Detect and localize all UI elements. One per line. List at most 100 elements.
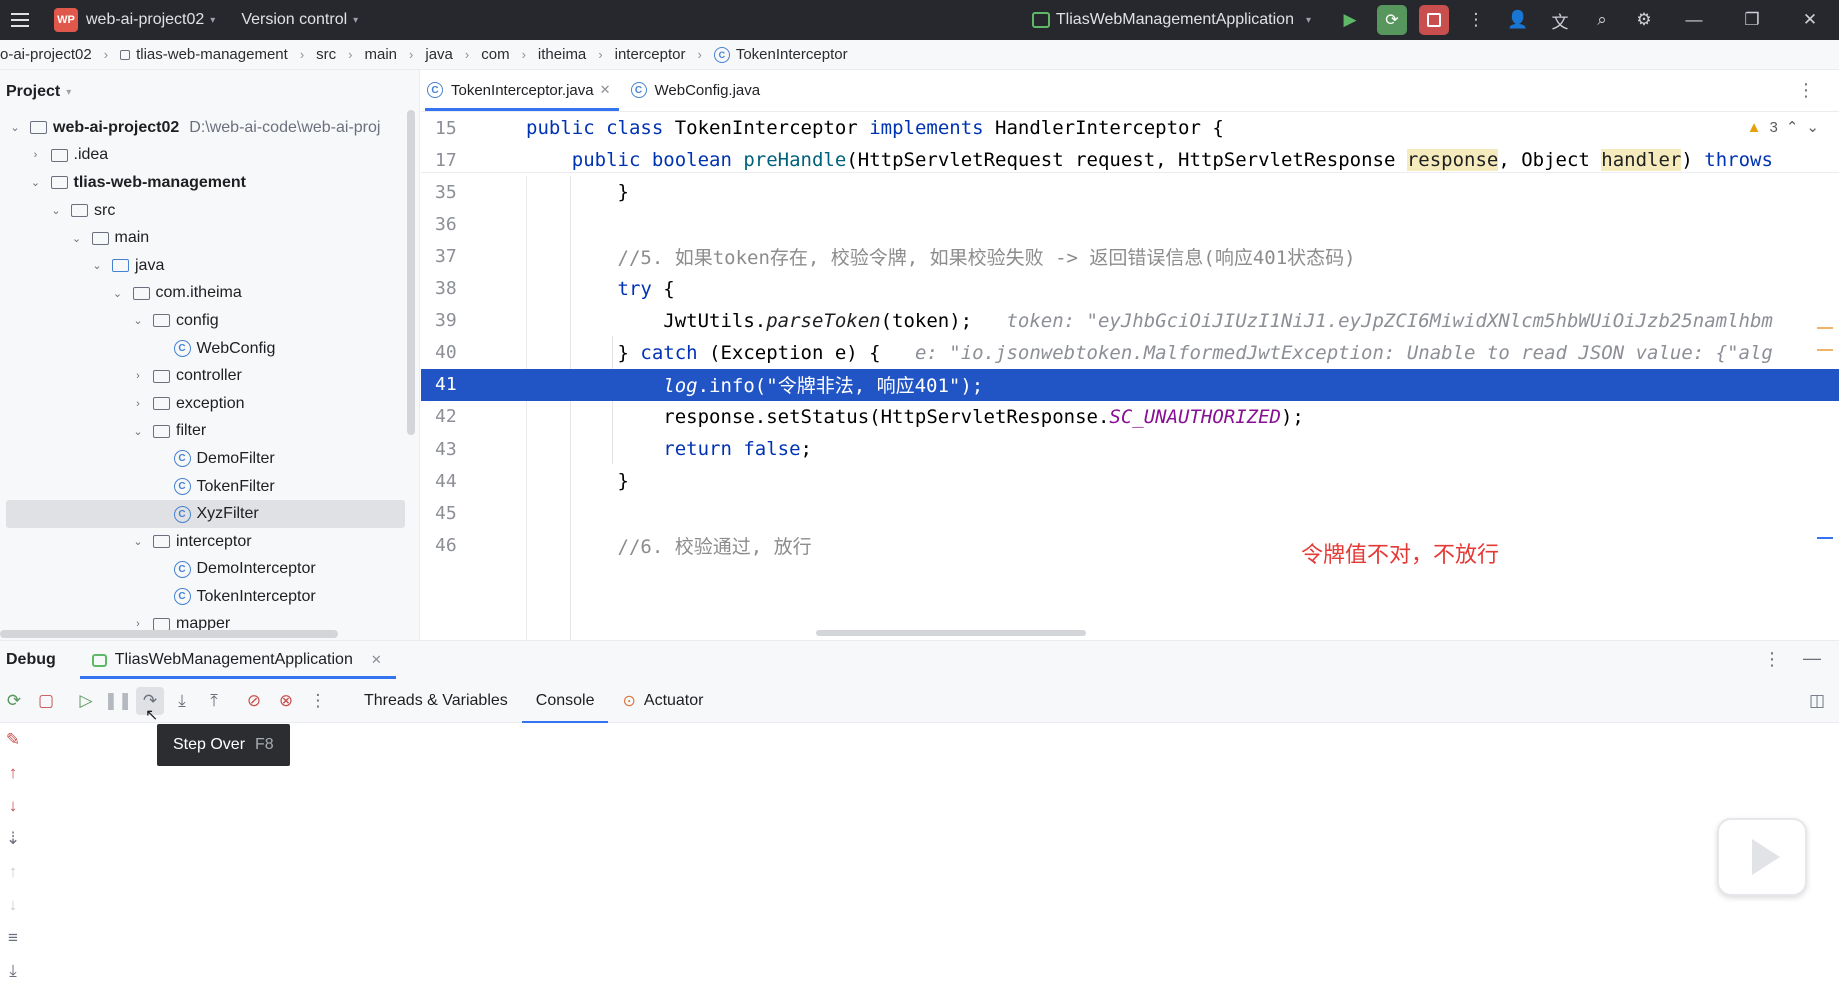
more-icon[interactable]: ⋮ [304, 687, 332, 715]
tree-item[interactable]: C TokenFilter [0, 473, 419, 501]
inspection-widget[interactable]: ▲ 3 ⌃ ⌄ [1747, 118, 1819, 137]
line-number[interactable]: 17 [435, 150, 475, 171]
chevron-up-icon[interactable]: ⌃ [1786, 118, 1799, 136]
breadcrumb-item[interactable]: com [481, 46, 509, 63]
tree-item[interactable]: ⌄ java [0, 252, 419, 280]
sort-icon[interactable]: ⇣ [0, 822, 26, 855]
rerun-button[interactable]: ⟳ [1377, 5, 1407, 35]
code-area[interactable]: 15 public class TokenInterceptor implemen… [421, 112, 1839, 640]
tree-item[interactable]: ⌄ filter [0, 418, 419, 446]
resume-icon[interactable]: ▶ [1329, 0, 1371, 40]
chevron-right-icon[interactable]: › [131, 398, 145, 410]
debug-session-tab[interactable]: TliasWebManagementApplication ✕ [79, 641, 396, 679]
line-number[interactable]: 36 [435, 214, 475, 235]
code-line[interactable]: 46 //6. 校验通过, 放行 [421, 529, 1839, 561]
tree-item[interactable]: ⌄ src [0, 197, 419, 225]
step-out-icon[interactable]: ⤒ [200, 687, 228, 715]
minimize-icon[interactable]: — [1665, 0, 1723, 40]
chevron-down-icon[interactable]: ⌄ [131, 314, 145, 327]
pause-icon[interactable]: ❚❚ [104, 687, 133, 715]
restore-icon[interactable]: ❐ [1723, 0, 1781, 40]
settings-gear-icon[interactable]: ⚙ [1623, 0, 1665, 40]
run-config-selector[interactable]: TliasWebManagementApplication ▾ [1031, 11, 1311, 29]
breadcrumb-item[interactable]: src [316, 46, 336, 63]
project-view-selector[interactable]: Project ▾ [0, 70, 419, 114]
tree-item[interactable]: › .idea [0, 142, 419, 170]
arrow-up-icon[interactable]: ↑ [0, 756, 26, 789]
tab-webconfig[interactable]: C WebConfig.java [625, 70, 775, 111]
tree-item[interactable]: › exception [0, 390, 419, 418]
scroll-to-end-icon[interactable]: ⤓ [0, 954, 26, 987]
view-breakpoints-icon[interactable]: ⊘ [240, 687, 268, 715]
tree-item[interactable]: C DemoFilter [0, 445, 419, 473]
code-line[interactable]: 38 try { [421, 273, 1839, 305]
minimize-panel-icon[interactable]: — [1803, 648, 1821, 669]
tree-item[interactable]: › controller [0, 362, 419, 390]
chevron-down-icon[interactable]: ⌄ [131, 535, 145, 548]
more-icon[interactable]: ⋮ [1455, 0, 1497, 40]
vcs-menu[interactable]: Version control ▾ [241, 0, 358, 40]
line-number[interactable]: 37 [435, 246, 475, 267]
stop-button[interactable] [1419, 5, 1449, 35]
edit-icon[interactable]: ✎ [0, 723, 26, 756]
line-number[interactable]: 41 [435, 374, 475, 395]
stop-icon[interactable]: ▢ [32, 687, 60, 715]
close-window-icon[interactable]: ✕ [1781, 0, 1839, 40]
tree-item[interactable]: C TokenInterceptor [0, 583, 419, 611]
line-number[interactable]: 42 [435, 406, 475, 427]
main-menu-icon[interactable] [0, 0, 40, 40]
code-line[interactable]: 35 } [421, 176, 1839, 208]
rerun-icon[interactable]: ⟳ [0, 687, 28, 715]
horizontal-scrollbar[interactable] [816, 630, 1086, 636]
chevron-down-icon[interactable]: ⌄ [49, 204, 63, 217]
tab-token-interceptor[interactable]: C TokenInterceptor.java ✕ [421, 70, 625, 111]
tree-item[interactable]: ⌄ tlias-web-management [0, 169, 419, 197]
chevron-right-icon[interactable]: › [131, 370, 145, 382]
breadcrumb-item[interactable]: tlias-web-management [136, 46, 288, 63]
chevron-down-icon[interactable]: ⌄ [90, 259, 104, 272]
translate-icon[interactable]: 文 [1539, 0, 1581, 40]
tree-item[interactable]: ⌄ config [0, 307, 419, 335]
breadcrumb-item[interactable]: o-ai-project02 [0, 46, 92, 63]
breadcrumb-item[interactable]: main [365, 46, 398, 63]
code-line[interactable]: 37 //5. 如果token存在, 校验令牌, 如果校验失败 -> 返回错误信… [421, 240, 1839, 272]
more-icon[interactable]: ⋮ [1763, 649, 1781, 670]
line-number[interactable]: 39 [435, 310, 475, 331]
tree-item[interactable]: ⌄ interceptor [0, 528, 419, 556]
code-line[interactable]: 15 public class TokenInterceptor implemen… [421, 112, 1839, 144]
tree-item[interactable]: C WebConfig [0, 335, 419, 363]
line-number[interactable]: 40 [435, 342, 475, 363]
code-line[interactable]: 39 JwtUtils.parseToken(token); token: "e… [421, 305, 1839, 337]
horizontal-scrollbar[interactable] [0, 630, 338, 638]
tab-console[interactable]: Console [521, 679, 609, 723]
search-icon[interactable]: ⌕ [1581, 0, 1623, 40]
breadcrumb-item[interactable]: TokenInterceptor [736, 46, 848, 63]
code-line[interactable]: 40 } catch (Exception e) { e: "io.jsonwe… [421, 337, 1839, 369]
close-icon[interactable]: ✕ [600, 82, 611, 98]
line-number[interactable]: 15 [435, 118, 475, 139]
close-icon[interactable]: ✕ [371, 652, 382, 668]
tree-item[interactable]: ⌄ web-ai-project02 D:\web-ai-code\web-ai-p… [0, 114, 419, 142]
soft-wrap-icon[interactable]: ≡ [0, 921, 26, 954]
chevron-right-icon[interactable]: › [131, 618, 145, 630]
tab-actuator[interactable]: ⊙ Actuator [622, 679, 703, 723]
up-icon[interactable]: ↑ [0, 855, 26, 888]
tab-more-icon[interactable]: ⋮ [1797, 80, 1815, 101]
code-line[interactable]: 44 } [421, 465, 1839, 497]
chevron-down-icon[interactable]: ⌄ [131, 425, 145, 438]
code-line[interactable]: 36 [421, 208, 1839, 240]
layout-icon[interactable]: ◫ [1809, 691, 1825, 711]
breadcrumb-item[interactable]: interceptor [615, 46, 686, 63]
code-line[interactable]: 42 response.setStatus(HttpServletRespons… [421, 401, 1839, 433]
chevron-right-icon[interactable]: › [29, 149, 43, 161]
line-number[interactable]: 35 [435, 182, 475, 203]
tab-threads-variables[interactable]: Threads & Variables [364, 679, 508, 723]
chevron-down-icon[interactable]: ⌄ [1806, 118, 1819, 136]
chevron-down-icon[interactable]: ⌄ [70, 232, 84, 245]
arrow-down-icon[interactable]: ↓ [0, 789, 26, 822]
tree-item[interactable]: C DemoInterceptor [0, 556, 419, 584]
line-number[interactable]: 38 [435, 278, 475, 299]
code-line-current[interactable]: 41 log.info("令牌非法, 响应401"); [421, 368, 1839, 401]
account-icon[interactable]: 👤 [1497, 0, 1539, 40]
code-line[interactable]: 45 [421, 497, 1839, 529]
